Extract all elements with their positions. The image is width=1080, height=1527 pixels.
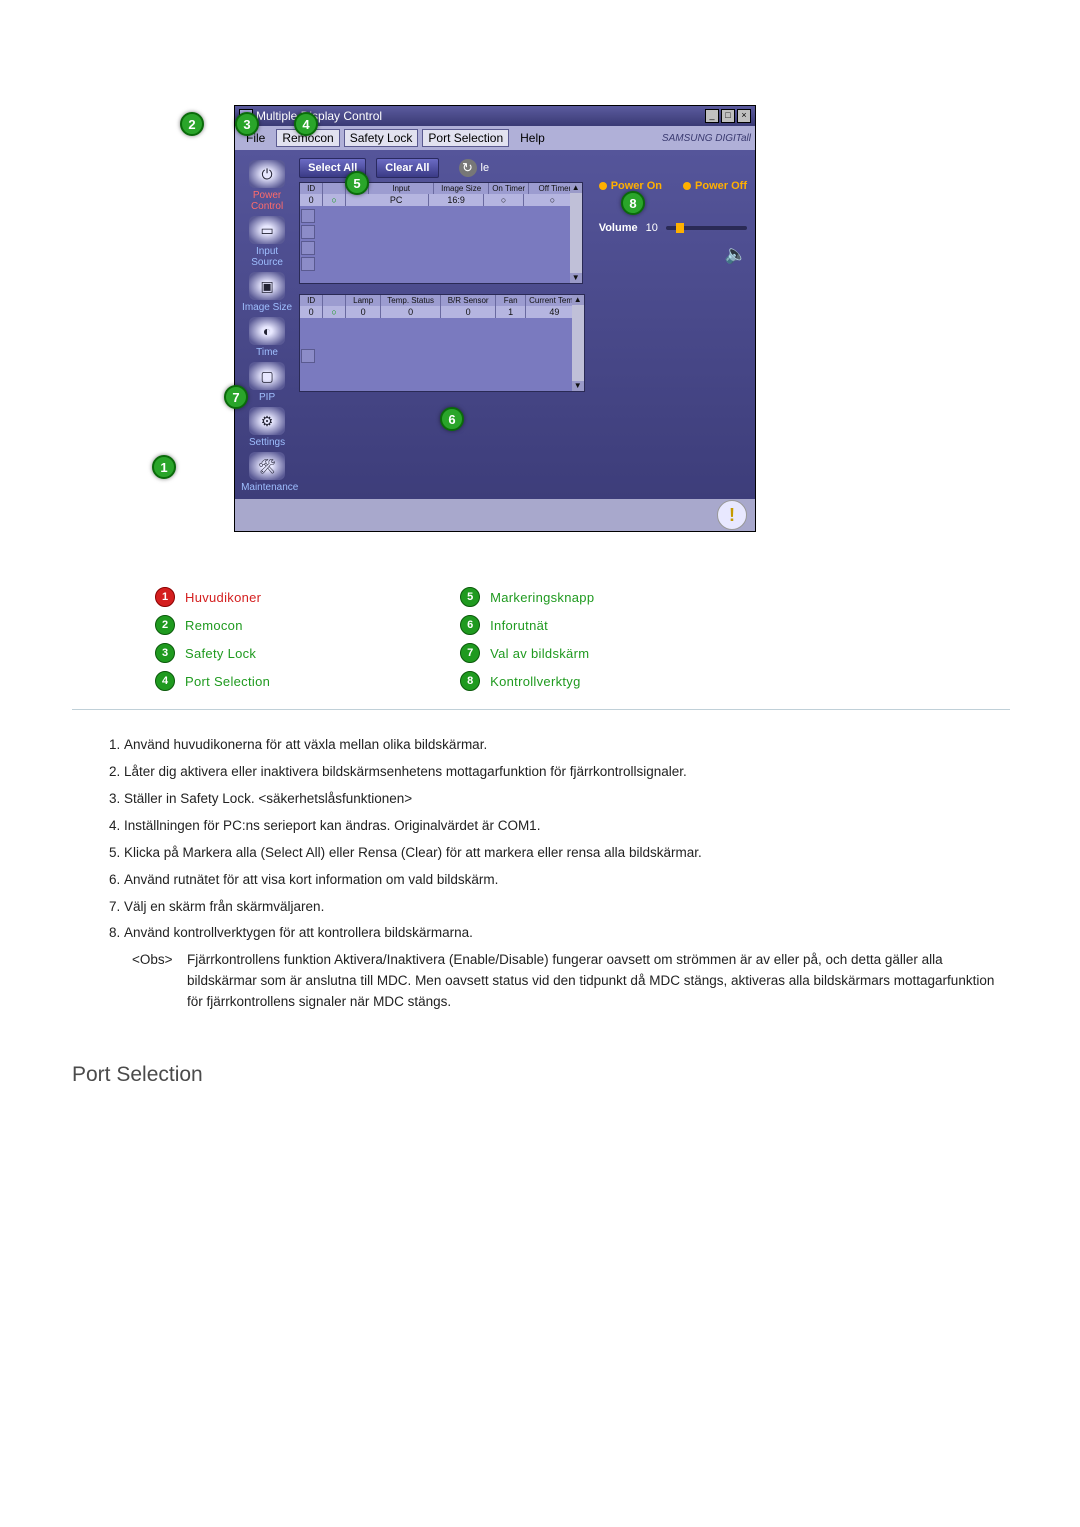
legend-badge-8: 8 [460,671,480,691]
col-on-timer: On Timer [489,183,529,194]
app-window: Multiple Display Control _ □ × File Remo… [234,105,756,532]
power-icon: ⏻ [249,160,285,188]
callout-2: 2 [180,112,204,136]
grid-bottom-row[interactable]: 0 ○ 0 0 0 1 49 [300,306,584,318]
minimize-icon[interactable]: _ [705,109,719,123]
dot-icon [683,182,691,190]
scroll-down-icon[interactable]: ▼ [570,273,582,283]
display-selector-box[interactable] [301,225,315,239]
col-blank1 [323,183,346,194]
menu-help[interactable]: Help [513,129,552,147]
clock-icon: ◐ [249,317,285,345]
close-icon[interactable]: × [737,109,751,123]
volume-value: 10 [646,222,658,234]
left-icon-column: ⏻ Power Control ▭ Input Source ▣ Image S… [235,150,299,499]
note-text: Fjärrkontrollens funktion Aktivera/Inakt… [187,950,1008,1013]
list-item: Använd rutnätet för att visa kort inform… [124,870,1008,891]
legend-badge-3: 3 [155,643,175,663]
callout-7: 7 [224,385,248,409]
callout-8: 8 [621,191,645,215]
image-size-icon: ▣ [249,272,285,300]
control-panel: Power On Power Off Volume 10 [591,150,755,499]
list-item: Ställer in Safety Lock. <säkerhetslåsfun… [124,789,1008,810]
section-heading: Port Selection [72,1063,1080,1087]
grid-top-row[interactable]: 0 ○ PC 16:9 ○ ○ [300,194,582,206]
description-list: Använd huvudikonerna för att växla mella… [72,735,1008,1013]
legend-badge-2: 2 [155,615,175,635]
callout-5: 5 [345,171,369,195]
separator [72,709,1010,710]
cycle-label: le [481,162,490,174]
scroll-up-icon[interactable]: ▲ [572,295,584,305]
col-input: Input [369,183,434,194]
main-area: Select All Clear All ↻ le ID [299,150,591,499]
legend-badge-5: 5 [460,587,480,607]
list-item: Välj en skärm från skärmväljaren. [124,897,1008,918]
slider-thumb-icon[interactable] [676,223,684,233]
gear-icon: ⚙ [249,407,285,435]
list-item: Inställningen för PC:ns serieport kan än… [124,816,1008,837]
legend-item-5: 5 Markeringsknapp [460,587,594,607]
legend-item-8: 8 Kontrollverktyg [460,671,594,691]
sidebar-settings[interactable]: ⚙ Settings [241,407,293,448]
pip-icon: ▢ [249,362,285,390]
grid-scrollbar[interactable]: ▲ ▼ [570,183,582,283]
input-source-icon: ▭ [249,216,285,244]
sidebar-input-source[interactable]: ▭ Input Source [241,216,293,268]
cycle-icon[interactable]: ↻ [459,159,477,177]
app-body: ⏻ Power Control ▭ Input Source ▣ Image S… [235,150,755,499]
legend-item-4: 4 Port Selection [155,671,270,691]
scroll-down-icon[interactable]: ▼ [572,381,584,391]
window-title: Multiple Display Control [256,109,382,123]
legend-badge-7: 7 [460,643,480,663]
speaker-icon[interactable]: 🔈 [599,244,747,265]
scroll-up-icon[interactable]: ▲ [570,183,582,193]
sidebar-maintenance[interactable]: 🛠 Maintenance [241,452,293,493]
sidebar-power-control[interactable]: ⏻ Power Control [241,160,293,212]
grid-scrollbar[interactable]: ▲ ▼ [572,295,584,391]
legend: 1 Huvudikoner 2 Remocon 3 Safety Lock 4 … [155,587,1080,691]
callout-4: 4 [294,112,318,136]
legend-badge-6: 6 [460,615,480,635]
legend-badge-4: 4 [155,671,175,691]
sidebar-image-size[interactable]: ▣ Image Size [241,272,293,313]
maintenance-icon: 🛠 [249,452,285,480]
power-off-button[interactable]: Power Off [683,180,747,192]
clear-all-button[interactable]: Clear All [376,158,438,178]
info-grid-top[interactable]: ID Input Image Size On Timer Off Timer 0 [299,182,583,284]
legend-badge-1: 1 [155,587,175,607]
display-selector-box[interactable] [301,349,315,363]
legend-item-3: 3 Safety Lock [155,643,270,663]
col-id: ID [300,183,323,194]
note-label: <Obs> [132,950,187,1013]
sidebar-pip[interactable]: ▢ PIP [241,362,293,403]
display-selector-box[interactable] [301,241,315,255]
legend-item-7: 7 Val av bildskärm [460,643,594,663]
callout-3: 3 [235,112,259,136]
callout-1: 1 [152,455,176,479]
menu-port-selection[interactable]: Port Selection [422,129,509,147]
display-selector-box[interactable] [301,209,315,223]
list-item: Använd huvudikonerna för att växla mella… [124,735,1008,756]
info-grid-bottom[interactable]: ID Lamp Temp. Status B/R Sensor Fan Curr… [299,294,585,392]
volume-label: Volume [599,222,638,234]
callout-6: 6 [440,407,464,431]
menu-safety-lock[interactable]: Safety Lock [344,129,419,147]
list-item: Klicka på Markera alla (Select All) elle… [124,843,1008,864]
warning-icon[interactable]: ! [717,500,747,530]
legend-item-1: 1 Huvudikoner [155,587,270,607]
maximize-icon[interactable]: □ [721,109,735,123]
status-bar: ! [235,499,755,531]
sidebar-time[interactable]: ◐ Time [241,317,293,358]
legend-item-2: 2 Remocon [155,615,270,635]
display-selector-box[interactable] [301,257,315,271]
col-image-size: Image Size [434,183,489,194]
note: <Obs> Fjärrkontrollens funktion Aktivera… [132,950,1008,1013]
list-item: Låter dig aktivera eller inaktivera bild… [124,762,1008,783]
legend-item-6: 6 Inforutnät [460,615,594,635]
brand-label: SAMSUNG DIGITall [662,133,751,144]
volume-slider[interactable] [666,226,747,230]
list-item: Använd kontrollverktygen för att kontrol… [124,923,1008,944]
dot-icon [599,182,607,190]
